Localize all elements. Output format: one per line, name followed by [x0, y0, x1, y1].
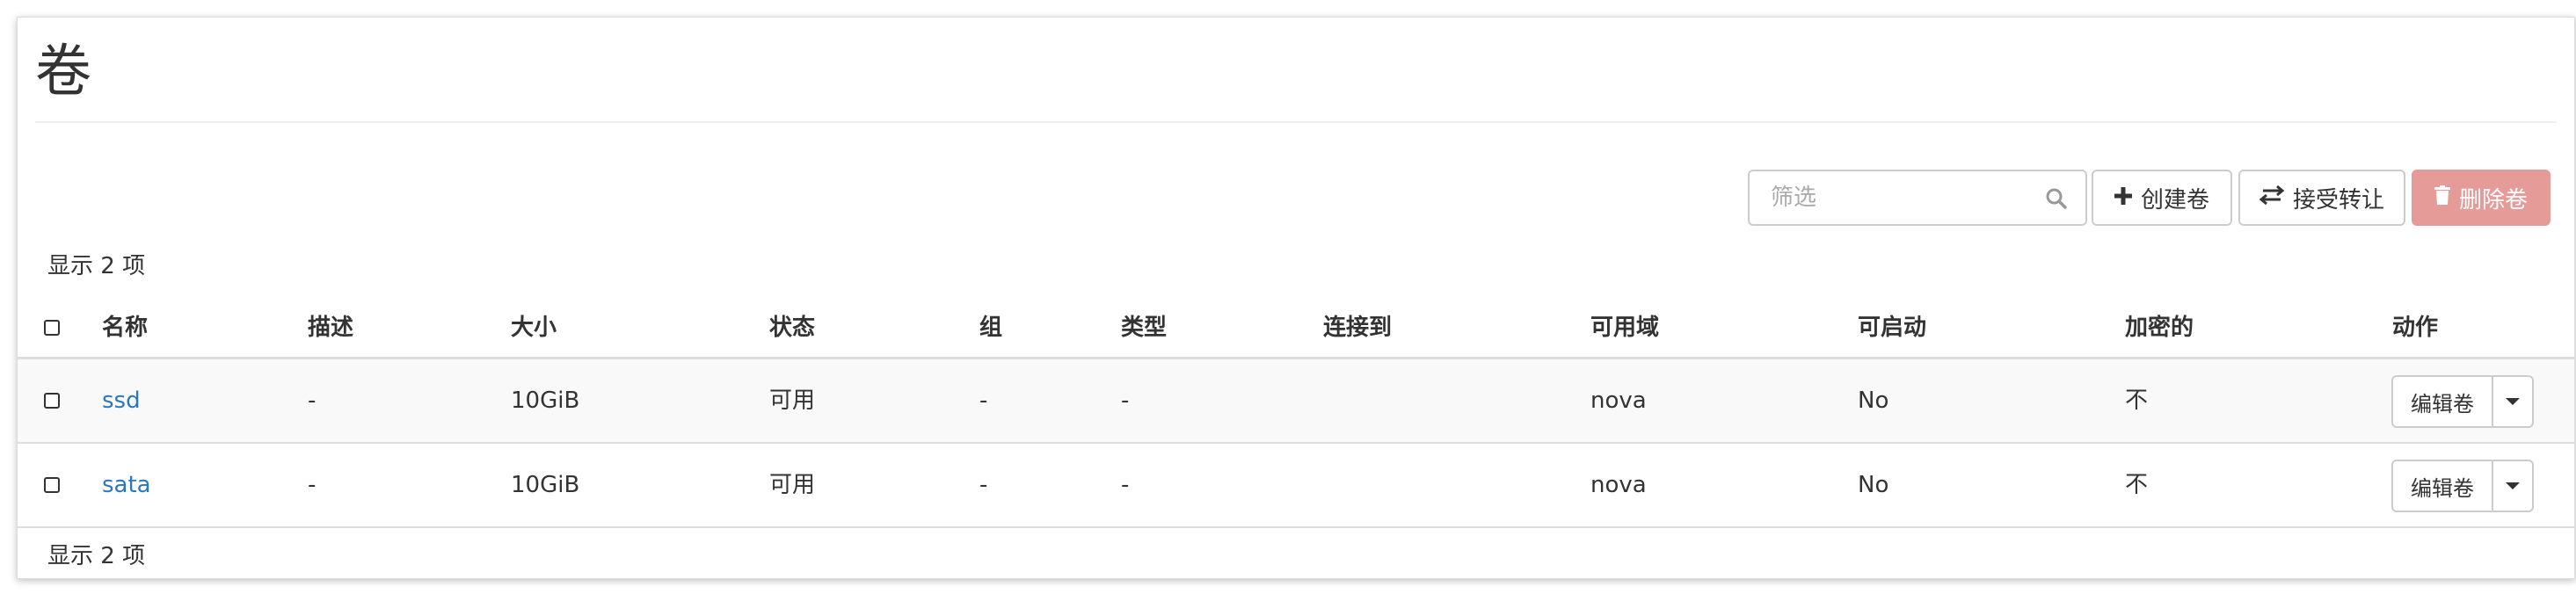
- caret-down-icon: [2506, 482, 2520, 489]
- row-checkbox[interactable]: [44, 393, 60, 409]
- volume-status: 可用: [769, 388, 816, 414]
- filter-box: [1748, 170, 2087, 226]
- volumes-panel: 卷 创建卷 接受转让: [17, 17, 2575, 579]
- action-menu-toggle[interactable]: [2492, 375, 2534, 428]
- row-action-group: 编辑卷: [2391, 375, 2534, 428]
- column-header-availability-zone[interactable]: 可用域: [1590, 301, 1659, 354]
- trash-icon: [2434, 185, 2450, 211]
- plus-icon: [2114, 185, 2132, 211]
- table-header: 名称 描述 大小 状态 组 类型 连接到 可用域 可启动 加密的 动作: [18, 301, 2574, 354]
- table-row: ssd - 10GiB 可用 - - nova No 不 编辑卷: [18, 359, 2574, 444]
- search-icon[interactable]: [2045, 187, 2068, 210]
- create-volume-label: 创建卷: [2140, 186, 2209, 214]
- volume-status: 可用: [769, 472, 816, 498]
- delete-volumes-label: 删除卷: [2458, 186, 2528, 214]
- volume-group: -: [979, 472, 988, 498]
- filter-input[interactable]: [1750, 171, 2031, 224]
- column-header-type[interactable]: 类型: [1121, 301, 1167, 354]
- select-all-checkbox[interactable]: [44, 320, 60, 336]
- action-menu-toggle[interactable]: [2492, 460, 2534, 512]
- column-header-attached-to[interactable]: 连接到: [1323, 301, 1392, 354]
- caret-down-icon: [2506, 398, 2520, 405]
- title-divider: [35, 121, 2557, 123]
- volume-type: -: [1121, 388, 1130, 414]
- item-count-top: 显示 2 项: [47, 253, 146, 279]
- volume-name-link[interactable]: ssd: [102, 388, 141, 414]
- column-header-encrypted[interactable]: 加密的: [2125, 301, 2194, 354]
- row-action-group: 编辑卷: [2391, 460, 2534, 512]
- accept-transfer-label: 接受转让: [2292, 186, 2384, 214]
- volume-description: -: [308, 472, 317, 498]
- item-count-bottom: 显示 2 项: [47, 543, 146, 569]
- column-header-group[interactable]: 组: [979, 301, 1002, 354]
- volume-encrypted: 不: [2125, 388, 2149, 414]
- volume-encrypted: 不: [2125, 472, 2149, 498]
- page-title: 卷: [35, 40, 91, 105]
- edit-volume-button[interactable]: 编辑卷: [2391, 460, 2493, 512]
- volume-availability-zone: nova: [1590, 388, 1647, 414]
- column-header-size[interactable]: 大小: [511, 301, 557, 354]
- volume-bootable: No: [1858, 472, 1889, 498]
- volume-size: 10GiB: [511, 388, 580, 414]
- edit-volume-button[interactable]: 编辑卷: [2391, 375, 2493, 428]
- create-volume-button[interactable]: 创建卷: [2092, 170, 2232, 226]
- row-checkbox[interactable]: [44, 477, 60, 493]
- transfer-arrows-icon: [2259, 185, 2285, 211]
- column-header-actions: 动作: [2392, 315, 2439, 341]
- accept-transfer-button[interactable]: 接受转让: [2238, 170, 2405, 226]
- column-header-description[interactable]: 描述: [308, 301, 353, 354]
- volume-name-link[interactable]: sata: [102, 472, 151, 498]
- volume-group: -: [979, 388, 988, 414]
- column-header-bootable[interactable]: 可启动: [1858, 301, 1926, 354]
- volume-bootable: No: [1858, 388, 1889, 414]
- table-row: sata - 10GiB 可用 - - nova No 不 编辑卷: [18, 444, 2574, 528]
- volume-description: -: [308, 388, 317, 414]
- column-header-name[interactable]: 名称: [102, 301, 148, 354]
- volume-availability-zone: nova: [1590, 472, 1647, 498]
- delete-volumes-button[interactable]: 删除卷: [2412, 170, 2551, 226]
- column-header-status[interactable]: 状态: [769, 301, 815, 354]
- volume-type: -: [1121, 472, 1130, 498]
- volume-size: 10GiB: [511, 472, 580, 498]
